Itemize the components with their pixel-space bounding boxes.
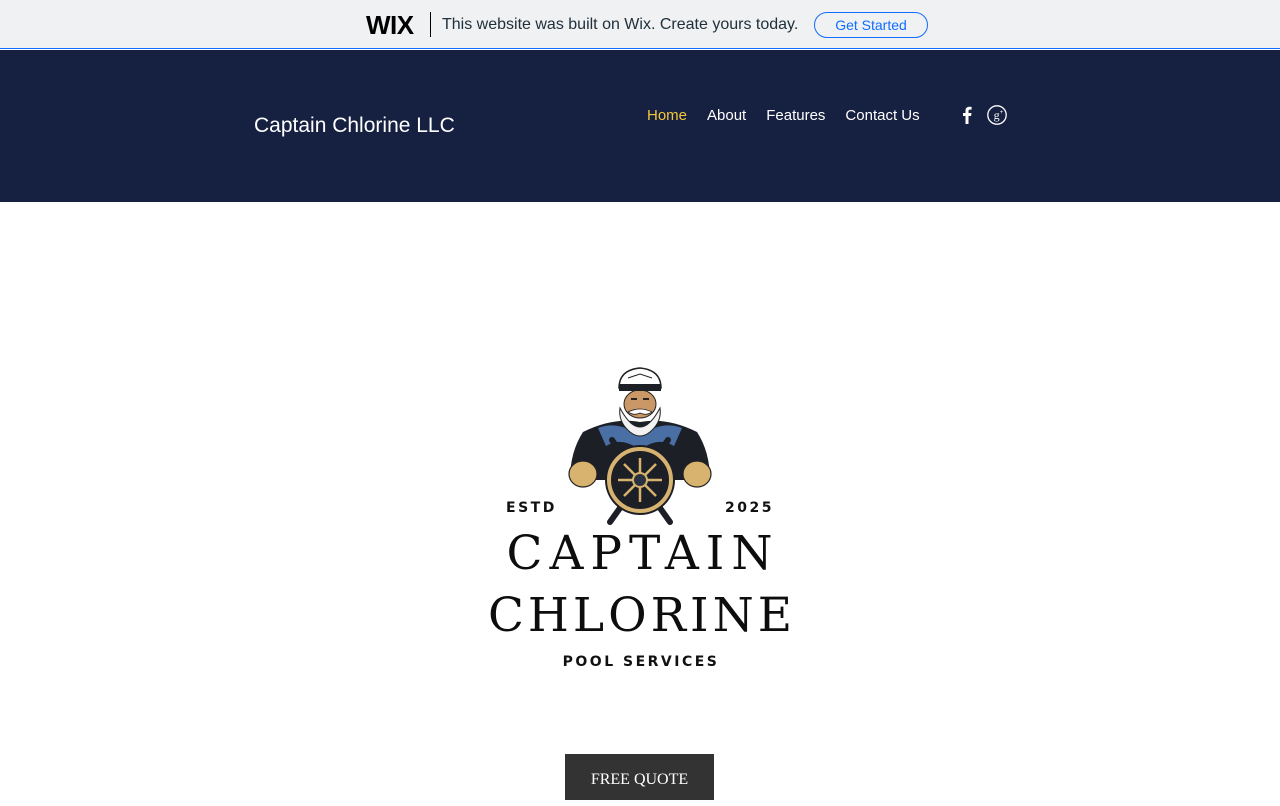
site-header: Captain Chlorine LLC Home About Features…: [0, 50, 1280, 202]
logo-estd-label: ESTD: [506, 500, 557, 516]
logo-wordmark-captain: CAPTAIN: [506, 526, 780, 581]
nav-item-contact-us[interactable]: Contact Us: [835, 106, 929, 126]
svg-text:g: g: [994, 108, 1000, 122]
wix-banner-message: This website was built on Wix. Create yo…: [442, 16, 799, 33]
facebook-icon[interactable]: [957, 105, 977, 125]
nav-item-features[interactable]: Features: [756, 106, 835, 126]
svg-text:+: +: [1000, 110, 1004, 116]
free-quote-button[interactable]: FREE QUOTE: [565, 754, 714, 800]
social-bar: g +: [957, 105, 1017, 125]
logo-tagline: POOL SERVICES: [562, 654, 720, 670]
main-nav: Home About Features Contact Us: [637, 106, 930, 126]
wix-logo[interactable]: WIX: [366, 11, 414, 39]
get-started-button[interactable]: Get Started: [814, 12, 928, 38]
google-plus-icon[interactable]: g +: [987, 105, 1007, 125]
captain-chlorine-logo: ESTD 2025 CAPTAIN CHLORINE POOL SERVICES: [478, 362, 802, 682]
wix-banner: WIX This website was built on Wix. Creat…: [0, 0, 1280, 49]
logo-wordmark-chlorine: CHLORINE: [487, 588, 797, 643]
site-title[interactable]: Captain Chlorine LLC: [254, 113, 455, 139]
nav-item-home[interactable]: Home: [637, 106, 697, 126]
wix-divider: [430, 12, 431, 37]
nav-item-about[interactable]: About: [697, 106, 756, 126]
logo-year: 2025: [725, 500, 774, 516]
